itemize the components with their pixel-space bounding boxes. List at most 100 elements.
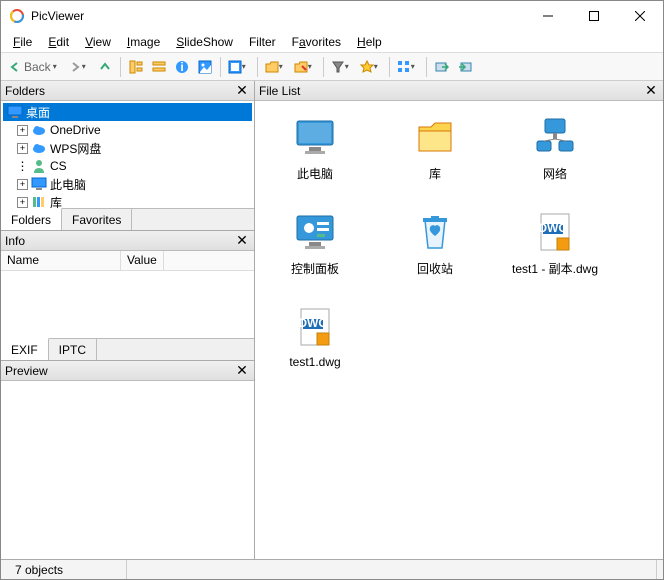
tree-dots: ⋮	[17, 159, 28, 173]
up-button[interactable]	[94, 56, 116, 78]
view-mode-button[interactable]: ▾	[394, 56, 422, 78]
left-column: Folders ✕ 桌面 + OneDrive + WPS网盘	[1, 81, 255, 559]
open-folder-button[interactable]: ▾	[262, 56, 290, 78]
folders-panel-close[interactable]: ✕	[234, 83, 250, 99]
import-button[interactable]	[431, 56, 453, 78]
tree-item[interactable]: + OneDrive	[3, 121, 252, 139]
library-icon	[31, 194, 47, 208]
file-label: 控制面板	[291, 260, 339, 277]
chevron-down-icon: ▾	[374, 62, 382, 71]
window-title: PicViewer	[31, 9, 525, 23]
info-tabs: EXIF IPTC	[1, 338, 254, 360]
back-button[interactable]: Back ▾	[5, 56, 64, 78]
control-panel-icon	[291, 208, 339, 256]
close-button[interactable]	[617, 1, 663, 31]
info-col-name[interactable]: Name	[1, 251, 121, 270]
preview-panel: Preview ✕	[1, 361, 254, 559]
cloud-icon	[31, 122, 47, 138]
folder-tree[interactable]: 桌面 + OneDrive + WPS网盘 ⋮ CS	[1, 101, 254, 208]
file-label: 此电脑	[297, 165, 333, 182]
forward-button[interactable]: ▾	[65, 56, 93, 78]
maximize-button[interactable]	[571, 1, 617, 31]
tree-item[interactable]: ⋮ CS	[3, 157, 252, 175]
status-objects: 7 objects	[7, 560, 127, 579]
expand-icon[interactable]: +	[17, 197, 28, 208]
file-label: 回收站	[417, 260, 453, 277]
folders-panel: Folders ✕ 桌面 + OneDrive + WPS网盘	[1, 81, 254, 231]
tree-label: 此电脑	[50, 176, 86, 193]
info-panel-close[interactable]: ✕	[234, 233, 250, 249]
tree-label: OneDrive	[50, 123, 101, 137]
tree-label: WPS网盘	[50, 140, 101, 157]
menu-image[interactable]: Image	[119, 33, 168, 51]
tree-item[interactable]: + 库	[3, 193, 252, 208]
expand-icon[interactable]: +	[17, 125, 28, 136]
file-item[interactable]: 控制面板	[267, 208, 363, 277]
chevron-down-icon: ▾	[279, 62, 287, 71]
preview-body	[1, 381, 254, 559]
file-item[interactable]: 回收站	[387, 208, 483, 277]
menu-view[interactable]: View	[77, 33, 119, 51]
filter-button[interactable]: ▾	[328, 56, 356, 78]
file-item[interactable]: 网络	[507, 113, 603, 182]
info-panel-header: Info ✕	[1, 231, 254, 251]
tree-item[interactable]: + 此电脑	[3, 175, 252, 193]
tab-exif[interactable]: EXIF	[1, 338, 49, 360]
expand-icon[interactable]: +	[17, 179, 28, 190]
status-bar: 7 objects	[1, 559, 663, 579]
tree-label: 库	[50, 194, 62, 209]
menu-slideshow[interactable]: SlideShow	[168, 33, 241, 51]
info-panel-title: Info	[5, 234, 234, 248]
menu-file[interactable]: File	[5, 33, 40, 51]
title-bar: PicViewer	[1, 1, 663, 31]
file-item[interactable]: 库	[387, 113, 483, 182]
filelist-close[interactable]: ✕	[643, 83, 659, 99]
file-item[interactable]: 此电脑	[267, 113, 363, 182]
toolbar-separator	[120, 57, 121, 77]
main-area: Folders ✕ 桌面 + OneDrive + WPS网盘	[1, 81, 663, 559]
export-button[interactable]	[454, 56, 476, 78]
favorite-button[interactable]: ▾	[357, 56, 385, 78]
info-col-value[interactable]: Value	[121, 251, 164, 270]
tab-iptc[interactable]: IPTC	[49, 339, 97, 360]
dwg-icon: DWG	[531, 208, 579, 256]
menu-filter[interactable]: Filter	[241, 33, 284, 51]
minimize-button[interactable]	[525, 1, 571, 31]
folders-panel-header: Folders ✕	[1, 81, 254, 101]
tab-favorites[interactable]: Favorites	[62, 209, 132, 230]
back-label: Back	[22, 60, 53, 74]
toolbar-separator	[220, 57, 221, 77]
file-item[interactable]: DWGtest1 - 副本.dwg	[507, 208, 603, 277]
file-item[interactable]: DWGtest1.dwg	[267, 303, 363, 369]
folders-tabs: Folders Favorites	[1, 208, 254, 230]
menu-favorites[interactable]: Favorites	[284, 33, 349, 51]
menu-help[interactable]: Help	[349, 33, 390, 51]
cloud-icon	[31, 140, 47, 156]
user-icon	[31, 158, 47, 174]
preview-panel-title: Preview	[5, 364, 234, 378]
toolbar: Back ▾ ▾ i ▾ ▾ ▾ ▾ ▾ ▾	[1, 53, 663, 81]
filelist-header: File List ✕	[255, 81, 663, 101]
tree-item-desktop[interactable]: 桌面	[3, 103, 252, 121]
network-icon	[531, 113, 579, 161]
toolbar-separator	[389, 57, 390, 77]
preview-panel-close[interactable]: ✕	[234, 363, 250, 379]
tab-folders[interactable]: Folders	[1, 208, 62, 230]
list-toggle-button[interactable]	[148, 56, 170, 78]
toolbar-separator	[257, 57, 258, 77]
expand-icon[interactable]: +	[17, 143, 28, 154]
tree-item[interactable]: + WPS网盘	[3, 139, 252, 157]
info-toggle-button[interactable]: i	[171, 56, 193, 78]
file-label: 网络	[543, 165, 567, 182]
tree-toggle-button[interactable]	[125, 56, 147, 78]
preview-toggle-button[interactable]	[194, 56, 216, 78]
desktop-icon	[7, 104, 23, 120]
file-label: test1.dwg	[289, 355, 340, 369]
svg-text:i: i	[180, 60, 183, 74]
menu-edit[interactable]: Edit	[40, 33, 77, 51]
tools-button[interactable]: ▾	[291, 56, 319, 78]
viewer-button[interactable]: ▾	[225, 56, 253, 78]
file-list[interactable]: 此电脑库网络控制面板回收站DWGtest1 - 副本.dwgDWGtest1.d…	[255, 101, 663, 559]
tree-label: CS	[50, 159, 67, 173]
computer-icon	[31, 176, 47, 192]
